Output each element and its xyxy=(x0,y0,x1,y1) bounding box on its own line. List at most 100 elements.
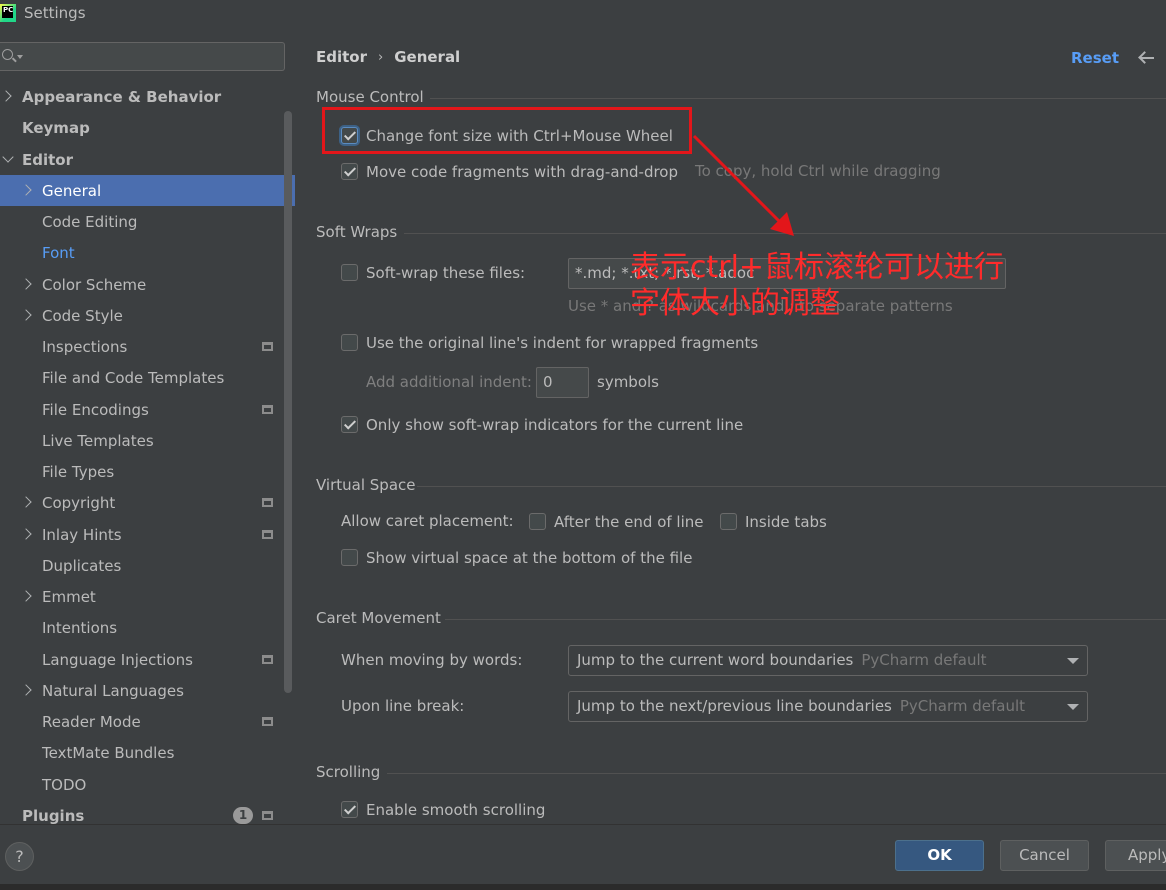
sidebar-item-font[interactable]: Font xyxy=(0,237,295,268)
sidebar-item-label: File Encodings xyxy=(42,400,149,419)
moving-by-words-label: When moving by words: xyxy=(341,651,523,669)
apply-button[interactable]: Apply xyxy=(1105,840,1166,871)
sidebar-item-label: File and Code Templates xyxy=(42,368,225,387)
symbols-label: symbols xyxy=(597,373,659,391)
sidebar-item-language-injections[interactable]: Language Injections xyxy=(0,644,295,675)
sidebar-item-inlay-hints[interactable]: Inlay Hints xyxy=(0,519,295,550)
section-divider xyxy=(417,486,1166,487)
smooth-scrolling-checkbox[interactable] xyxy=(341,801,358,818)
settings-search-input[interactable] xyxy=(26,45,276,68)
sidebar-item-code-editing[interactable]: Code Editing xyxy=(0,206,295,237)
sidebar-item-color-scheme[interactable]: Color Scheme xyxy=(0,269,295,300)
additional-indent-field[interactable]: 0 xyxy=(536,367,589,398)
sidebar-item-code-style[interactable]: Code Style xyxy=(0,300,295,331)
soft-wrap-indicators-checkbox[interactable] xyxy=(341,416,358,433)
sidebar-item-label: Natural Languages xyxy=(42,681,184,700)
sidebar-item-file-types[interactable]: File Types xyxy=(0,456,295,487)
sidebar-item-label: Copyright xyxy=(42,493,116,512)
sidebar-item-file-and-code-templates[interactable]: File and Code Templates xyxy=(0,362,295,393)
back-arrow-icon[interactable] xyxy=(1138,47,1156,67)
after-end-of-line-label[interactable]: After the end of line xyxy=(554,513,704,531)
soft-wrap-files-checkbox[interactable] xyxy=(341,264,358,281)
dialog-footer: ? OK Cancel Apply xyxy=(0,824,1166,890)
virtual-space-section-title: Virtual Space xyxy=(316,476,416,494)
annotation-highlight-box xyxy=(322,107,692,154)
sidebar-item-duplicates[interactable]: Duplicates xyxy=(0,550,295,581)
sidebar-item-file-encodings[interactable]: File Encodings xyxy=(0,394,295,425)
show-virtual-space-label[interactable]: Show virtual space at the bottom of the … xyxy=(366,549,692,567)
sidebar-item-natural-languages[interactable]: Natural Languages xyxy=(0,675,295,706)
section-divider xyxy=(387,773,1166,774)
project-scope-icon xyxy=(262,655,273,664)
caret-movement-section-title: Caret Movement xyxy=(316,609,441,627)
settings-sidebar: Appearance & Behavior Keymap Editor General… xyxy=(0,26,295,825)
window-title: Settings xyxy=(24,4,86,22)
settings-search-box[interactable] xyxy=(0,42,285,71)
original-indent-checkbox[interactable] xyxy=(341,334,358,351)
annotation-line-2: 字体大小的调整 xyxy=(630,286,840,321)
sidebar-item-label: Inlay Hints xyxy=(42,525,122,544)
sidebar-item-textmate-bundles[interactable]: TextMate Bundles xyxy=(0,737,295,768)
ok-button[interactable]: OK xyxy=(895,840,984,871)
project-scope-icon xyxy=(262,498,273,507)
chevron-right-icon[interactable] xyxy=(20,184,32,196)
help-button[interactable]: ? xyxy=(5,842,34,871)
mouse-control-section-title: Mouse Control xyxy=(316,88,424,106)
scrolling-section-title: Scrolling xyxy=(316,763,381,781)
smooth-scrolling-label[interactable]: Enable smooth scrolling xyxy=(366,801,545,819)
sidebar-item-label: Emmet xyxy=(42,587,96,606)
chevron-right-icon[interactable] xyxy=(0,90,12,102)
show-virtual-space-checkbox[interactable] xyxy=(341,549,358,566)
sidebar-item-label: Inspections xyxy=(42,337,128,356)
sidebar-item-copyright[interactable]: Copyright xyxy=(0,487,295,518)
reset-link[interactable]: Reset xyxy=(1071,49,1119,67)
breadcrumb-editor[interactable]: Editor xyxy=(316,48,367,66)
project-scope-icon xyxy=(262,811,273,820)
sidebar-item-appearance-behavior[interactable]: Appearance & Behavior xyxy=(0,81,295,112)
sidebar-item-label: Duplicates xyxy=(42,556,122,575)
sidebar-item-inspections[interactable]: Inspections xyxy=(0,331,295,362)
after-end-of-line-checkbox[interactable] xyxy=(529,513,546,530)
search-icon[interactable] xyxy=(2,49,13,60)
project-scope-icon xyxy=(262,717,273,726)
breadcrumb-general: General xyxy=(394,48,461,66)
sidebar-item-emmet[interactable]: Emmet xyxy=(0,581,295,612)
chevron-right-icon[interactable] xyxy=(20,590,32,602)
sidebar-scrollbar[interactable] xyxy=(284,111,292,693)
sidebar-item-label: Live Templates xyxy=(42,431,154,450)
sidebar-item-general[interactable]: General xyxy=(0,175,295,206)
section-divider xyxy=(430,98,1166,99)
original-indent-label[interactable]: Use the original line's indent for wrapp… xyxy=(366,334,758,352)
sidebar-item-todo[interactable]: TODO xyxy=(0,769,295,800)
soft-wrap-indicators-label[interactable]: Only show soft-wrap indicators for the c… xyxy=(366,416,743,434)
chevron-right-icon[interactable] xyxy=(20,309,32,321)
move-code-fragments-checkbox[interactable] xyxy=(341,163,358,180)
sidebar-item-label: Reader Mode xyxy=(42,712,141,731)
move-code-fragments-label[interactable]: Move code fragments with drag-and-drop xyxy=(366,163,678,181)
chevron-down-icon xyxy=(1067,658,1079,664)
sidebar-item-live-templates[interactable]: Live Templates xyxy=(0,425,295,456)
chevron-right-icon[interactable] xyxy=(20,496,32,508)
sidebar-item-keymap[interactable]: Keymap xyxy=(0,112,295,143)
inside-tabs-checkbox[interactable] xyxy=(720,513,737,530)
sidebar-item-editor[interactable]: Editor xyxy=(0,144,295,175)
sidebar-item-label: Code Editing xyxy=(42,212,138,231)
sidebar-item-reader-mode[interactable]: Reader Mode xyxy=(0,706,295,737)
upon-line-break-dropdown[interactable]: Jump to the next/previous line boundarie… xyxy=(568,691,1088,722)
allow-caret-placement-label: Allow caret placement: xyxy=(341,512,514,530)
project-scope-icon xyxy=(262,405,273,414)
chevron-right-icon[interactable] xyxy=(20,684,32,696)
cancel-button[interactable]: Cancel xyxy=(1000,840,1089,871)
search-history-dropdown-icon[interactable] xyxy=(17,55,23,59)
sidebar-item-label: Intentions xyxy=(42,618,118,637)
sidebar-item-intentions[interactable]: Intentions xyxy=(0,612,295,643)
chevron-right-icon[interactable] xyxy=(20,528,32,540)
moving-by-words-dropdown[interactable]: Jump to the current word boundaries PyCha… xyxy=(568,645,1088,676)
inside-tabs-label[interactable]: Inside tabs xyxy=(745,513,827,531)
breadcrumb: Editor › General xyxy=(316,48,460,66)
soft-wrap-files-label[interactable]: Soft-wrap these files: xyxy=(366,264,525,282)
chevron-down-icon[interactable] xyxy=(2,151,14,163)
chevron-right-icon[interactable] xyxy=(20,278,32,290)
sidebar-item-label: Code Style xyxy=(42,306,123,325)
chevron-down-icon xyxy=(1067,704,1079,710)
